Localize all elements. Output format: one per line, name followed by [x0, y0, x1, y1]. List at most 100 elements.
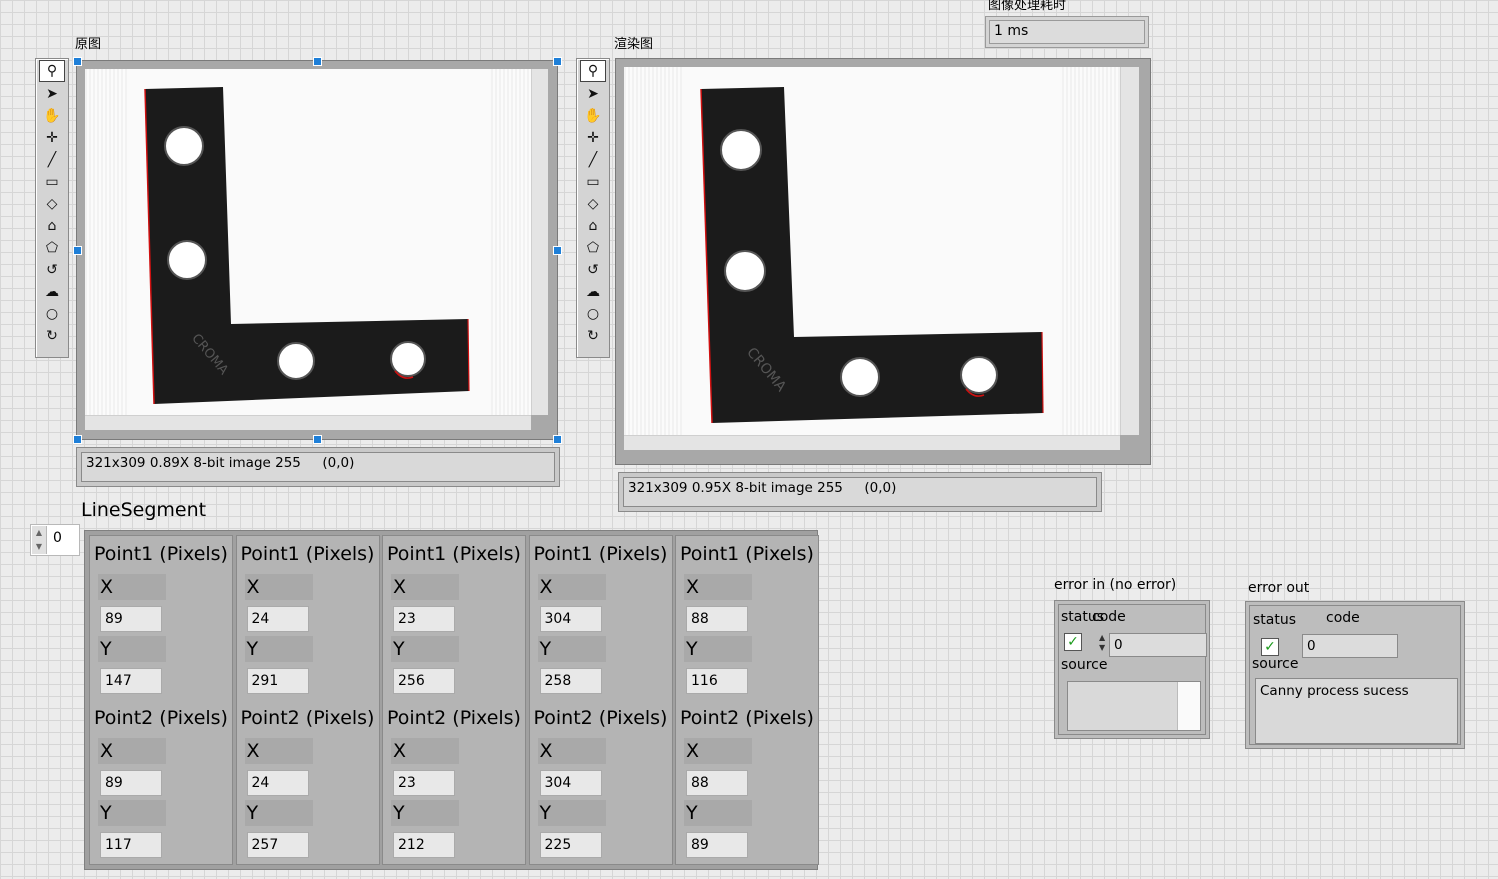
point2-y-value: 225: [539, 832, 602, 858]
rotated-rectangle-icon[interactable]: ◇: [40, 194, 64, 214]
point1-label: Point1 (Pixels): [387, 543, 521, 565]
point2-label: Point2 (Pixels): [240, 707, 375, 729]
freehand-region-icon[interactable]: ☁: [40, 282, 64, 302]
point2-y-label: Y: [391, 800, 459, 826]
rendered-image-status-bar: 321x309 0.95X 8-bit image 255 (0,0): [618, 472, 1102, 512]
rendered-image-canvas[interactable]: CROMA: [624, 67, 1120, 435]
oval-icon[interactable]: ○: [581, 304, 605, 324]
point2-label: Point2 (Pixels): [387, 707, 521, 729]
selection-handle[interactable]: [313, 57, 322, 66]
point1-x-label: X: [244, 574, 313, 600]
error-out-code-value: 0: [1307, 638, 1316, 654]
rendered-l-bracket-image: CROMA: [700, 87, 1044, 424]
oval-icon[interactable]: ○: [40, 304, 64, 324]
point1-x-label: X: [391, 574, 459, 600]
point1-x-value: 304: [539, 606, 602, 632]
point1-x-label: X: [537, 574, 606, 600]
selection-handle[interactable]: [73, 435, 82, 444]
freehand-icon[interactable]: ↺: [40, 260, 64, 280]
error-in-source-scrollbar[interactable]: [1177, 682, 1200, 730]
error-in-cluster: status code ✓ ▲ ▼ 0 source: [1054, 600, 1210, 739]
point2-y-value: 89: [686, 832, 748, 858]
timing-label: 图像处理耗时: [988, 0, 1067, 13]
point2-y-label: Y: [98, 800, 166, 826]
rendered-image-label: 渲染图: [614, 37, 654, 52]
line-segment-element: Point1 (Pixels) X 304 Y 258 Point2 (Pixels) X 3…: [528, 535, 673, 865]
selection-handle[interactable]: [73, 57, 82, 66]
error-in-code-value[interactable]: 0: [1114, 637, 1123, 653]
point-icon[interactable]: ✛: [581, 128, 605, 148]
freehand-icon[interactable]: ↺: [581, 260, 605, 280]
line-icon[interactable]: ╱: [40, 150, 64, 170]
point2-y-value: 117: [100, 832, 162, 858]
point2-x-label: X: [98, 738, 166, 764]
pointer-icon[interactable]: ➤: [40, 84, 64, 104]
point1-x-label: X: [684, 574, 752, 600]
line-segment-element: Point1 (Pixels) X 23 Y 256 Point2 (Pixels) X 23…: [382, 535, 526, 865]
freehand-region-icon[interactable]: ☁: [581, 282, 605, 302]
timing-indicator: 1 ms: [985, 16, 1149, 48]
rendered-image-display[interactable]: CROMA: [615, 58, 1151, 465]
pan-hand-icon[interactable]: ✋: [40, 106, 64, 126]
polygon-icon[interactable]: ⬠: [40, 238, 64, 258]
point1-y-value: 258: [539, 668, 602, 694]
point2-x-label: X: [244, 738, 313, 764]
point2-label: Point2 (Pixels): [94, 707, 228, 729]
error-out-source-label: source: [1252, 656, 1299, 672]
point1-x-label: X: [98, 574, 166, 600]
point1-x-value: 88: [686, 606, 748, 632]
point1-y-label: Y: [391, 636, 459, 662]
selection-handle[interactable]: [313, 435, 322, 444]
selection-handle[interactable]: [73, 246, 82, 255]
annulus-icon[interactable]: ⌂: [40, 216, 64, 236]
point2-x-value: 304: [539, 770, 602, 796]
point1-label: Point1 (Pixels): [94, 543, 228, 565]
point2-x-label: X: [684, 738, 752, 764]
original-image-canvas[interactable]: CROMA: [85, 69, 531, 415]
broken-line-icon[interactable]: ↻: [581, 326, 605, 346]
point1-y-label: Y: [537, 636, 606, 662]
point1-y-value: 256: [393, 668, 455, 694]
point2-y-label: Y: [537, 800, 606, 826]
error-out-cluster: status code ✓ 0 source Canny process suc…: [1245, 601, 1465, 749]
point1-y-value: 291: [246, 668, 309, 694]
zoom-icon[interactable]: ⚲: [39, 60, 65, 82]
polygon-icon[interactable]: ⬠: [581, 238, 605, 258]
array-index-control[interactable]: ▲ ▼ 0: [30, 524, 80, 556]
line-icon[interactable]: ╱: [581, 150, 605, 170]
original-image-palette: ⚲ ➤ ✋ ✛ ╱ ▭ ◇ ⌂ ⬠ ↺ ☁ ○ ↻: [35, 58, 69, 358]
array-index-value[interactable]: 0: [53, 530, 62, 546]
point2-x-value: 89: [100, 770, 162, 796]
pointer-icon[interactable]: ➤: [581, 84, 605, 104]
rotated-rectangle-icon[interactable]: ◇: [581, 194, 605, 214]
selection-handle[interactable]: [553, 246, 562, 255]
point1-y-value: 147: [100, 668, 162, 694]
rectangle-icon[interactable]: ▭: [581, 172, 605, 192]
zoom-icon[interactable]: ⚲: [580, 60, 606, 82]
error-out-code-label: code: [1326, 610, 1360, 626]
pan-hand-icon[interactable]: ✋: [581, 106, 605, 126]
line-segment-element: Point1 (Pixels) X 89 Y 147 Point2 (Pixels) X 89…: [89, 535, 233, 865]
timing-value: 1 ms: [989, 20, 1145, 44]
error-in-code-spinner-icon[interactable]: ▲ ▼: [1099, 633, 1105, 653]
index-spinner-icon[interactable]: ▲ ▼: [32, 526, 47, 554]
error-out-status-label: status: [1253, 612, 1297, 628]
rendered-image-palette: ⚲ ➤ ✋ ✛ ╱ ▭ ◇ ⌂ ⬠ ↺ ☁ ○ ↻: [576, 58, 610, 358]
selection-handle[interactable]: [553, 435, 562, 444]
error-in-code-label: code: [1092, 609, 1126, 625]
error-in-source-field[interactable]: [1067, 681, 1201, 731]
original-image-display[interactable]: CROMA: [76, 60, 558, 440]
rendered-image-info: 321x309 0.95X 8-bit image 255 (0,0): [623, 477, 1097, 507]
original-image-status-bar: 321x309 0.89X 8-bit image 255 (0,0): [76, 447, 560, 487]
broken-line-icon[interactable]: ↻: [40, 326, 64, 346]
error-out-source-value: Canny process sucess: [1260, 683, 1409, 699]
selection-handle[interactable]: [553, 57, 562, 66]
original-image-info: 321x309 0.89X 8-bit image 255 (0,0): [81, 452, 555, 482]
error-in-code-field[interactable]: 0: [1109, 633, 1207, 657]
error-in-status-checkbox[interactable]: ✓: [1064, 633, 1082, 651]
rectangle-icon[interactable]: ▭: [40, 172, 64, 192]
point2-x-label: X: [537, 738, 606, 764]
point1-y-label: Y: [244, 636, 313, 662]
annulus-icon[interactable]: ⌂: [581, 216, 605, 236]
point-icon[interactable]: ✛: [40, 128, 64, 148]
